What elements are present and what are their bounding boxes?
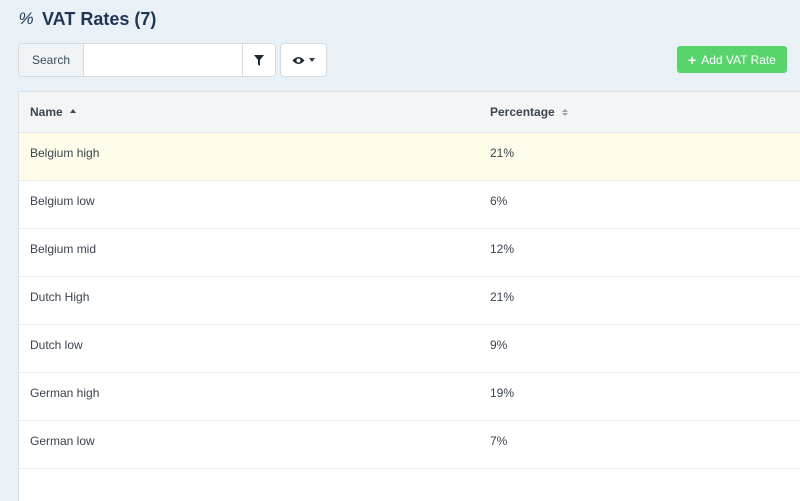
column-header-percentage[interactable]: Percentage: [490, 105, 568, 119]
table-row[interactable]: German high 19%: [19, 373, 800, 421]
eye-icon: [292, 56, 305, 64]
chevron-down-icon: [309, 58, 315, 62]
table-row[interactable]: German low 7%: [19, 421, 800, 469]
cell-percentage: 19%: [490, 386, 515, 400]
cell-percentage: 12%: [490, 242, 515, 256]
cell-name: Dutch High: [30, 290, 90, 304]
table-row[interactable]: Belgium low 6%: [19, 181, 800, 229]
cell-name: Belgium mid: [30, 242, 97, 256]
cell-percentage: 21%: [490, 290, 515, 304]
table-header: Name Percentage: [19, 92, 800, 133]
column-header-percentage-label: Percentage: [490, 105, 555, 119]
cell-name: Dutch low: [30, 338, 83, 352]
cell-percentage: 7%: [490, 434, 508, 448]
sort-ascending-icon: [69, 108, 76, 113]
table-row[interactable]: Dutch low 9%: [19, 325, 800, 373]
add-vat-rate-button[interactable]: + Add VAT Rate: [677, 46, 787, 73]
cell-name: German high: [30, 386, 100, 400]
cell-percentage: 21%: [490, 146, 515, 160]
cell-percentage: 6%: [490, 194, 508, 208]
filter-icon: [254, 54, 264, 66]
column-header-name[interactable]: Name: [30, 105, 76, 119]
cell-percentage: 9%: [490, 338, 508, 352]
cell-name: Belgium low: [30, 194, 95, 208]
page-title: VAT Rates (7): [42, 8, 157, 29]
filter-button[interactable]: [242, 44, 275, 76]
percent-icon: %: [18, 9, 34, 28]
table-row[interactable]: Dutch High 21%: [19, 277, 800, 325]
vat-rates-table: Name Percentage Belgium high 21% Belgium…: [18, 91, 800, 501]
toolbar: Search: [18, 43, 327, 77]
table-row[interactable]: Belgium mid 12%: [19, 229, 800, 277]
column-visibility-button[interactable]: [280, 43, 327, 77]
add-vat-rate-label: Add VAT Rate: [701, 52, 776, 67]
plus-icon: +: [688, 51, 697, 68]
sort-icon: [561, 108, 568, 116]
column-header-name-label: Name: [30, 105, 63, 119]
table-row[interactable]: Belgium high 21%: [19, 133, 800, 181]
search-group: Search: [18, 43, 276, 77]
cell-name: Belgium high: [30, 146, 100, 160]
page-header: % VAT Rates (7): [18, 6, 156, 32]
cell-name: German low: [30, 434, 95, 448]
search-input[interactable]: [84, 44, 242, 76]
search-label: Search: [19, 44, 84, 76]
